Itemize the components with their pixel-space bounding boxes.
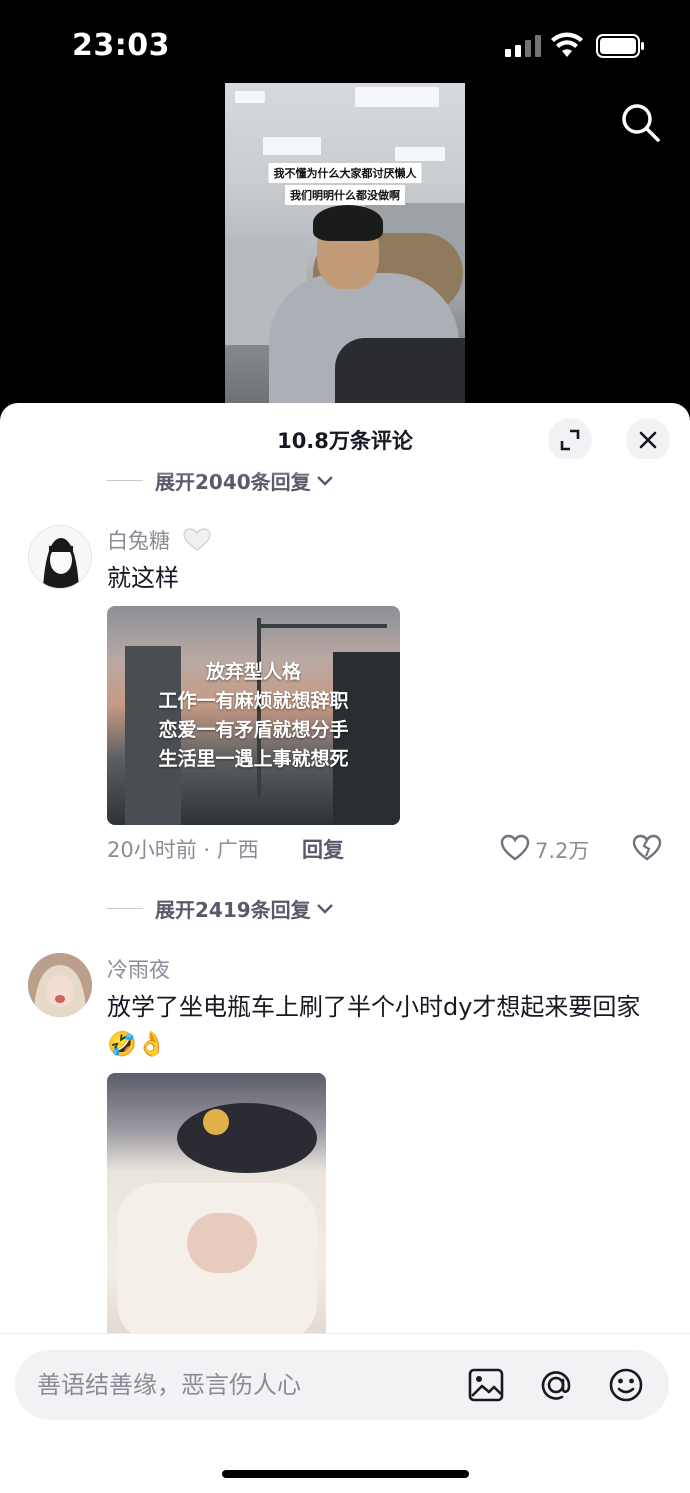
heart-icon[interactable] xyxy=(500,834,530,862)
divider-line xyxy=(107,908,143,909)
avatar-illustration xyxy=(29,526,91,588)
comment-text: 就这样 xyxy=(107,564,179,592)
expand-button[interactable] xyxy=(548,418,592,462)
image-text-line: 生活里一遇上事就想死 xyxy=(158,748,349,770)
scooter-handlebar xyxy=(177,1103,317,1173)
comments-sheet: 10.8万条评论 展开2040条回复 白兔糖 就这样 放弃型人格 工作一有麻烦就… xyxy=(0,403,690,1493)
comment-text: 放学了坐电瓶车上刷了半个小时dy才想起来要回家🤣👌 xyxy=(107,993,641,1058)
avatar[interactable] xyxy=(28,953,92,1017)
status-time: 23:03 xyxy=(72,28,170,63)
video-caption-line1: 我不懂为什么大家都讨厌懒人 xyxy=(268,163,422,183)
close-button[interactable] xyxy=(626,418,670,462)
divider-line xyxy=(107,480,143,481)
plush-toy xyxy=(203,1109,229,1135)
comment-image[interactable]: 放弃型人格 工作一有麻烦就想辞职 恋爱一有矛盾就想分手 生活里一遇上事就想死 xyxy=(107,606,400,825)
comment-time-location: 20小时前 · 广西 xyxy=(107,838,259,862)
username-text: 白兔糖 xyxy=(107,529,170,553)
video-player[interactable]: 我不懂为什么大家都讨厌懒人 我们明明什么都没做啊 xyxy=(225,83,465,403)
wifi-icon xyxy=(551,32,583,57)
comment-username[interactable]: 白兔糖 xyxy=(107,525,211,555)
like-count: 7.2万 xyxy=(535,839,590,863)
battery-icon xyxy=(596,34,644,58)
image-text-line: 工作一有麻烦就想辞职 xyxy=(158,690,349,712)
expand-replies-label: 展开2419条回复 xyxy=(155,898,311,922)
expand-replies-button[interactable]: 展开2419条回复 xyxy=(107,894,335,923)
white-heart-icon xyxy=(183,528,211,551)
comment-input-container xyxy=(15,1350,669,1420)
comment-input[interactable] xyxy=(37,1350,457,1420)
person-legs xyxy=(335,338,465,403)
cellular-signal-icon xyxy=(505,35,541,57)
ceiling-light xyxy=(263,137,321,155)
ceiling-light xyxy=(395,147,445,161)
search-icon[interactable] xyxy=(618,100,662,144)
status-bar: 23:03 xyxy=(0,0,690,90)
chevron-down-icon xyxy=(316,903,333,914)
person-hair xyxy=(313,205,383,241)
expand-icon xyxy=(560,429,580,451)
comment-image[interactable] xyxy=(107,1073,326,1353)
fade-mask xyxy=(0,459,690,477)
avatar[interactable] xyxy=(28,525,92,589)
broken-heart-icon[interactable] xyxy=(632,834,662,862)
image-text-line: 放弃型人格 xyxy=(205,661,301,683)
at-icon[interactable] xyxy=(535,1364,577,1406)
reply-button[interactable]: 回复 xyxy=(302,834,344,864)
comment-input-bar xyxy=(0,1333,690,1493)
home-indicator xyxy=(222,1470,469,1478)
image-text-line: 恋爱一有矛盾就想分手 xyxy=(158,719,349,741)
emoji-icon[interactable] xyxy=(605,1364,647,1406)
traffic-arm xyxy=(257,624,387,628)
ceiling-light xyxy=(235,91,265,103)
video-caption-line2: 我们明明什么都没做啊 xyxy=(285,185,405,205)
comment-username[interactable]: 冷雨夜 xyxy=(107,954,170,984)
ceiling-light xyxy=(355,87,439,107)
image-icon[interactable] xyxy=(465,1364,507,1406)
close-icon xyxy=(639,431,657,449)
avatar-photo xyxy=(28,953,92,1017)
image-overlay-text: 放弃型人格 工作一有麻烦就想辞职 恋爱一有矛盾就想分手 生活里一遇上事就想死 xyxy=(107,658,400,774)
blanket-pattern xyxy=(187,1213,257,1273)
